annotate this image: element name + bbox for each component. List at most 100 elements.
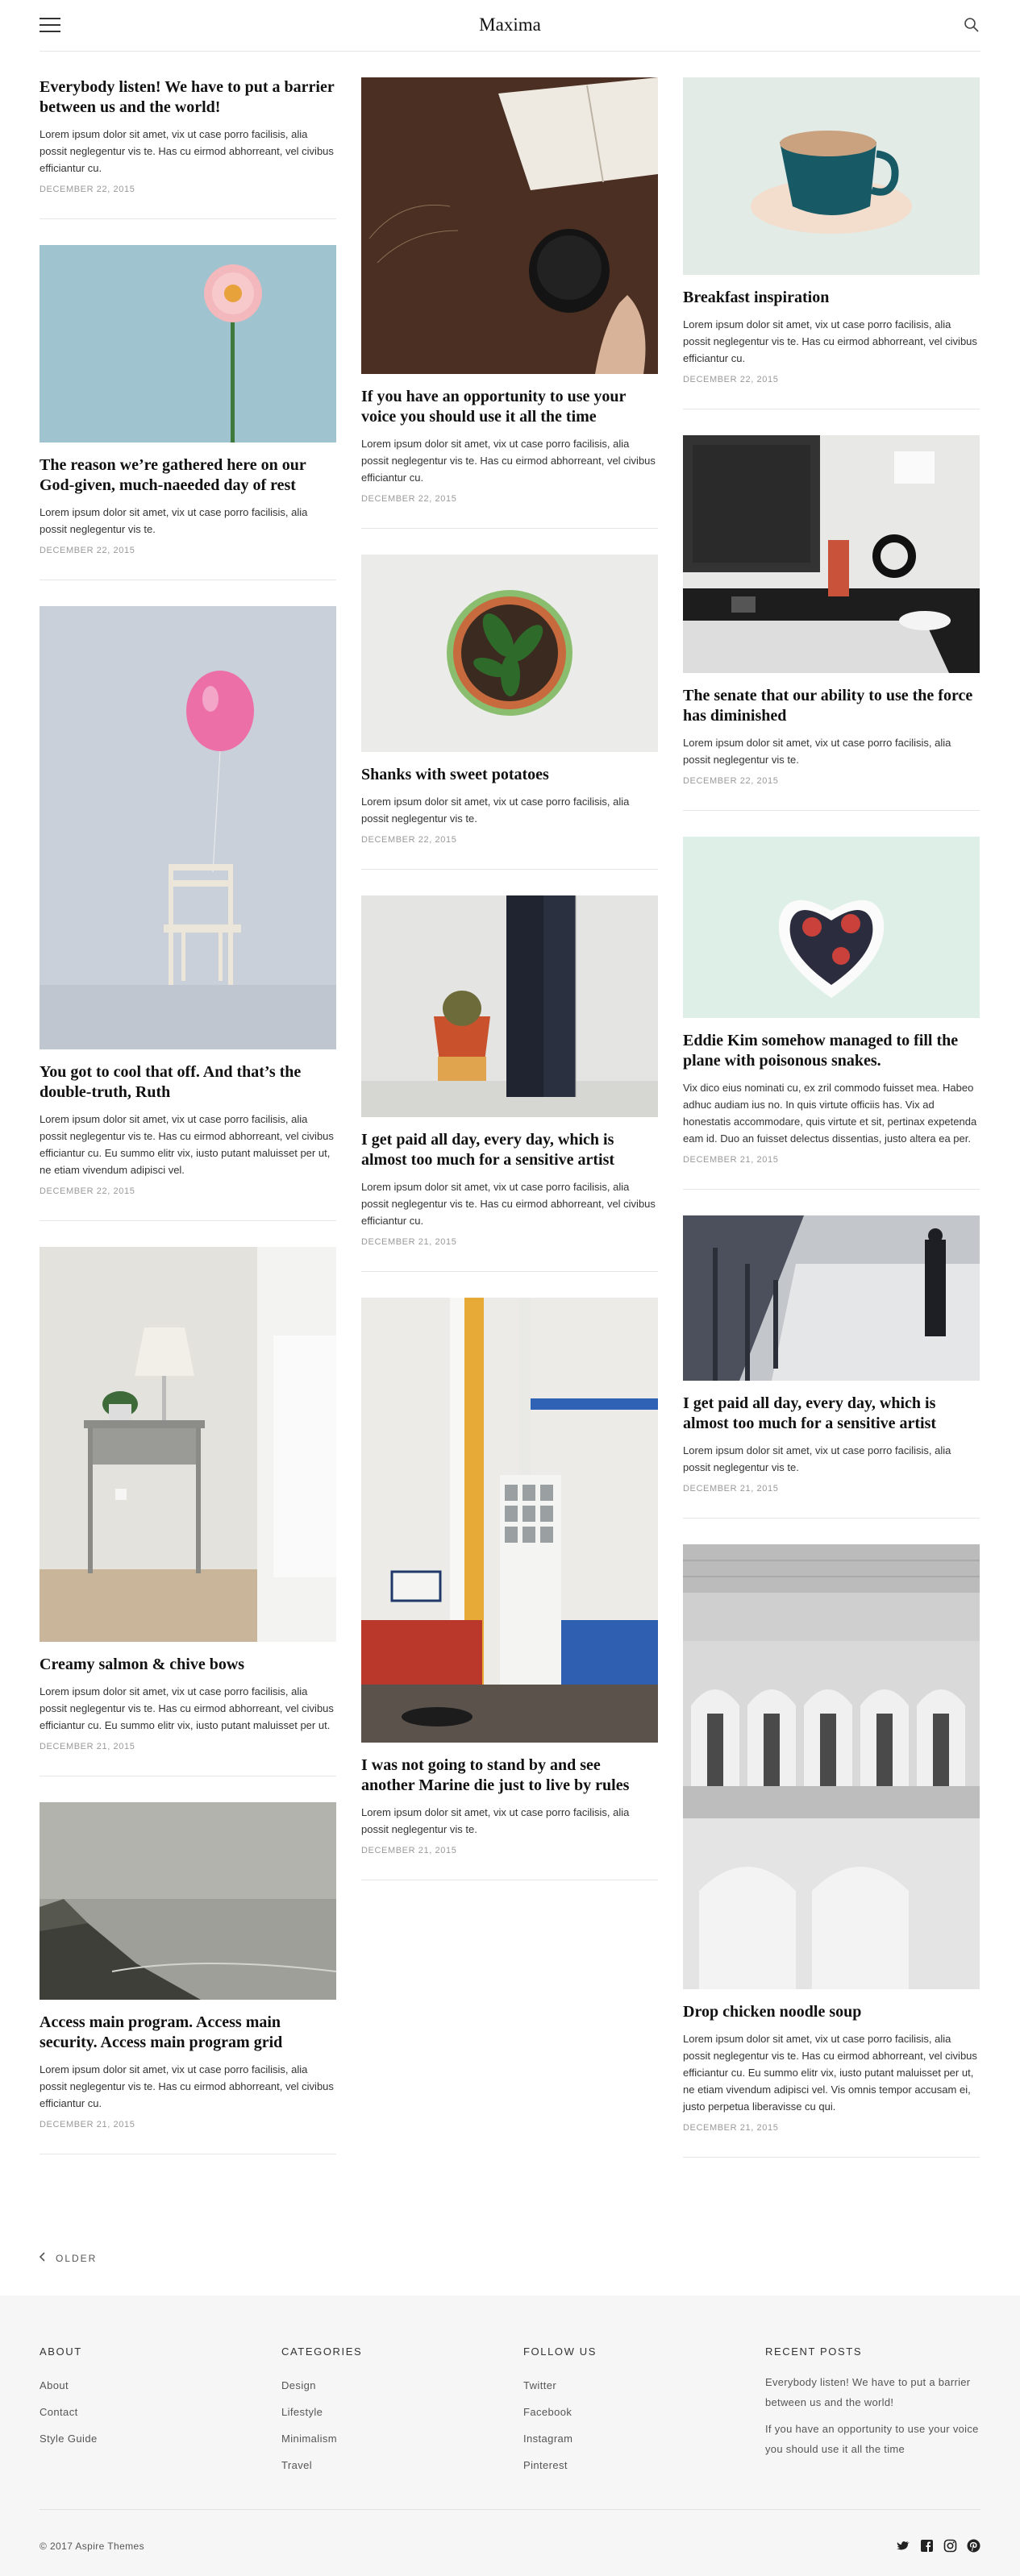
post-title[interactable]: Breakfast inspiration [683,288,980,308]
post-excerpt: Lorem ipsum dolor sit amet, vix ut case … [361,438,656,484]
post-image-flower[interactable] [40,245,336,442]
footer-link-facebook[interactable]: Facebook [523,2399,733,2425]
post-image-cactus-books[interactable] [361,895,658,1117]
post-date: December 22, 2015 [40,1186,135,1196]
footer-link-design[interactable]: Design [281,2372,491,2399]
post-title[interactable]: The reason we’re gathered here on our Go… [40,455,336,496]
post-card: Everybody listen! We have to put a barri… [40,77,336,219]
post-image-balloon-chair[interactable] [40,606,336,1049]
copyright: © 2017 Aspire Themes [40,2541,145,2552]
post-excerpt: Lorem ipsum dolor sit amet, vix ut case … [683,737,951,766]
footer-link-about[interactable]: About [40,2372,249,2399]
older-posts-link[interactable]: OLDER [39,2252,98,2264]
post-excerpt: Lorem ipsum dolor sit amet, vix ut case … [40,128,334,174]
site-footer: ABOUT About Contact Style Guide CATEGORI… [0,2296,1020,2576]
post-title[interactable]: Everybody listen! We have to put a barri… [40,77,336,118]
social-icons [897,2539,980,2553]
post-card: The senate that our ability to use the f… [683,435,980,811]
post-excerpt: Lorem ipsum dolor sit amet, vix ut case … [361,1806,630,1835]
footer-recent-posts: RECENT POSTS Everybody listen! We have t… [765,2345,981,2466]
post-image-bedside-lamp[interactable] [40,1247,336,1642]
post-title[interactable]: I get paid all day, every day, which is … [683,1394,980,1434]
footer-link-pinterest[interactable]: Pinterest [523,2452,733,2478]
post-card: I get paid all day, every day, which is … [361,895,658,1272]
post-image-colorful-building[interactable] [361,1298,658,1743]
post-date: December 22, 2015 [361,835,457,845]
footer-divider [40,2509,980,2510]
post-title[interactable]: If you have an opportunity to use your v… [361,387,658,427]
post-column-2: If you have an opportunity to use your v… [361,77,658,1906]
post-excerpt: Lorem ipsum dolor sit amet, vix ut case … [361,1181,656,1227]
post-excerpt: Lorem ipsum dolor sit amet, vix ut case … [361,796,630,825]
post-title[interactable]: You got to cool that off. And that’s the… [40,1062,336,1103]
recent-post-link[interactable]: Everybody listen! We have to put a barri… [765,2372,981,2412]
footer-link-twitter[interactable]: Twitter [523,2372,733,2399]
post-column-1: Everybody listen! We have to put a barri… [40,77,336,2180]
post-date: December 22, 2015 [40,185,135,194]
footer-follow: FOLLOW US Twitter Facebook Instagram Pin… [523,2345,733,2478]
post-date: December 21, 2015 [361,1846,457,1855]
post-card: The reason we’re gathered here on our Go… [40,245,336,580]
post-card: You got to cool that off. And that’s the… [40,606,336,1221]
recent-post-link[interactable]: If you have an opportunity to use your v… [765,2419,981,2459]
post-image-desk-setup[interactable] [683,435,980,673]
post-image-heart-bowl-berries[interactable] [683,837,980,1018]
post-title[interactable]: I get paid all day, every day, which is … [361,1130,658,1170]
footer-about: ABOUT About Contact Style Guide [40,2345,249,2452]
footer-heading: FOLLOW US [523,2345,597,2358]
post-date: December 21, 2015 [683,1484,779,1494]
post-excerpt: Lorem ipsum dolor sit amet, vix ut case … [40,1685,334,1731]
older-label: OLDER [56,2252,98,2264]
post-excerpt: Lorem ipsum dolor sit amet, vix ut case … [40,1113,334,1176]
post-image-coffee-book[interactable] [361,77,658,374]
post-title[interactable]: Creamy salmon & chive bows [40,1655,336,1675]
post-title[interactable]: Shanks with sweet potatoes [361,765,658,785]
post-card: Drop chicken noodle soup Lorem ipsum dol… [683,1544,980,2158]
post-card: Breakfast inspiration Lorem ipsum dolor … [683,77,980,409]
post-image-foggy-coast[interactable] [40,1802,336,2000]
post-title[interactable]: Access main program. Access main securit… [40,2013,336,2053]
chevron-left-icon [39,2252,46,2264]
post-image-plant-pot[interactable] [361,555,658,752]
post-column-3: Breakfast inspiration Lorem ipsum dolor … [683,77,980,2183]
post-image-arched-hall[interactable] [683,1544,980,1989]
post-date: December 21, 2015 [40,2120,135,2129]
search-icon[interactable] [963,16,980,34]
footer-link-minimalism[interactable]: Minimalism [281,2425,491,2452]
post-date: December 21, 2015 [683,1155,779,1165]
post-image-coffee-cup[interactable] [683,77,980,275]
facebook-icon[interactable] [920,2539,934,2553]
instagram-icon[interactable] [943,2539,957,2553]
post-excerpt: Lorem ipsum dolor sit amet, vix ut case … [40,506,308,535]
post-title[interactable]: Drop chicken noodle soup [683,2002,980,2022]
footer-link-contact[interactable]: Contact [40,2399,249,2425]
post-card: If you have an opportunity to use your v… [361,77,658,529]
footer-link-style-guide[interactable]: Style Guide [40,2425,249,2452]
post-date: December 21, 2015 [40,1742,135,1751]
post-date: December 22, 2015 [361,494,457,504]
footer-heading: CATEGORIES [281,2345,363,2358]
post-card: Creamy salmon & chive bows Lorem ipsum d… [40,1247,336,1776]
post-excerpt: Lorem ipsum dolor sit amet, vix ut case … [683,318,977,364]
post-date: December 22, 2015 [40,546,135,555]
post-date: December 22, 2015 [683,776,779,786]
post-excerpt: Lorem ipsum dolor sit amet, vix ut case … [40,2063,334,2109]
post-title[interactable]: Eddie Kim somehow managed to fill the pl… [683,1031,980,1071]
post-title[interactable]: I was not going to stand by and see anot… [361,1755,658,1796]
site-title[interactable]: Maxima [40,15,980,35]
post-image-snowy-walk[interactable] [683,1215,980,1381]
footer-link-lifestyle[interactable]: Lifestyle [281,2399,491,2425]
post-date: December 21, 2015 [683,2123,779,2133]
footer-link-instagram[interactable]: Instagram [523,2425,733,2452]
footer-link-travel[interactable]: Travel [281,2452,491,2478]
post-card: Access main program. Access main securit… [40,1802,336,2154]
post-date: December 22, 2015 [683,375,779,384]
pinterest-icon[interactable] [967,2539,980,2553]
post-card: I get paid all day, every day, which is … [683,1215,980,1519]
post-excerpt: Vix dico eius nominati cu, ex zril commo… [683,1082,977,1145]
post-card: I was not going to stand by and see anot… [361,1298,658,1880]
post-title[interactable]: The senate that our ability to use the f… [683,686,980,726]
twitter-icon[interactable] [897,2539,910,2553]
post-grid: Everybody listen! We have to put a barri… [40,52,980,2244]
site-header: Maxima [40,0,980,52]
